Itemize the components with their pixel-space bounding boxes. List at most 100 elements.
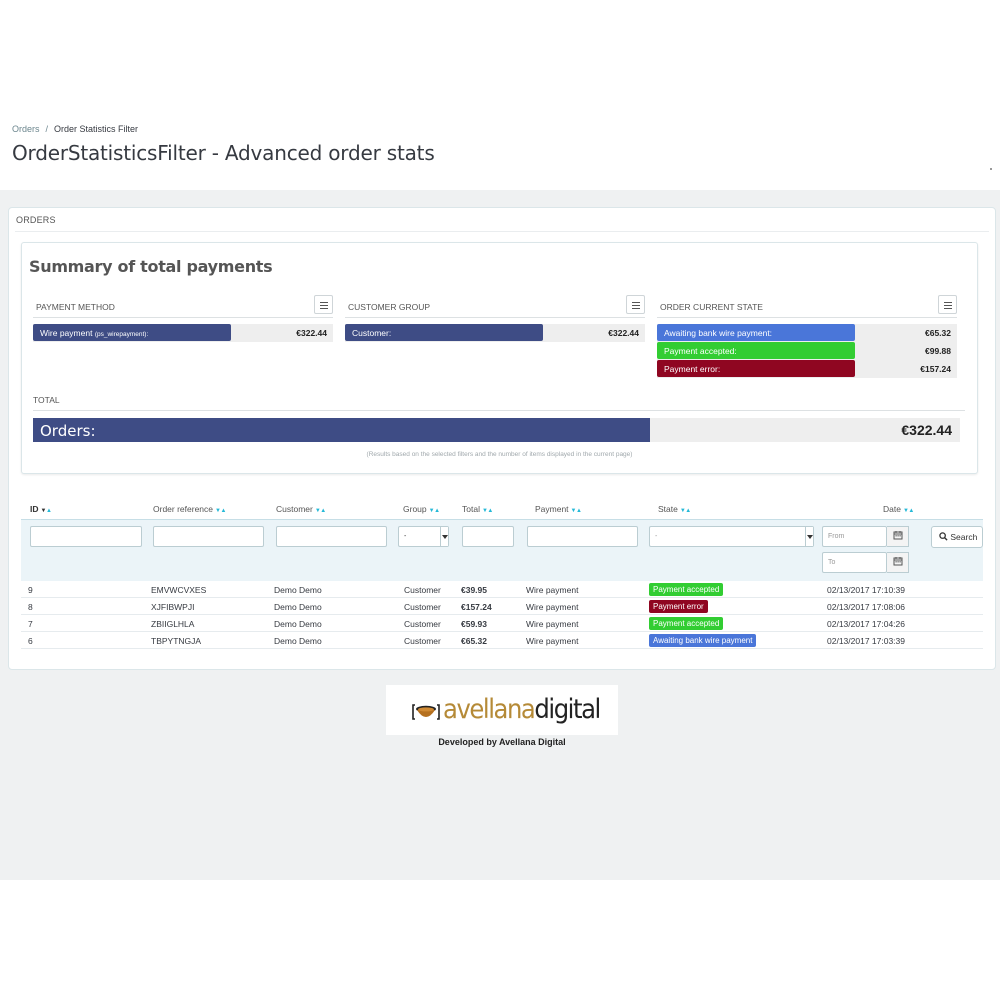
payment-method-label: Wire payment: [40, 328, 93, 338]
results-note: (Results based on the selected filters a…: [366, 451, 633, 458]
cell-total: €65.32: [461, 636, 487, 646]
header-dot: [990, 168, 992, 170]
sort-arrows-icon[interactable]: ▼▲: [215, 508, 226, 514]
cell-customer: Demo Demo: [274, 619, 322, 629]
payment-filter-input[interactable]: [527, 526, 638, 547]
group-filter-select[interactable]: -: [398, 526, 449, 547]
column-header-total[interactable]: Total ▼▲: [462, 504, 493, 514]
breadcrumb-separator: /: [45, 124, 49, 134]
cell-group: Customer: [404, 585, 441, 595]
list-icon[interactable]: [314, 295, 333, 314]
list-icon[interactable]: [626, 295, 645, 314]
column-payment-label: Payment: [535, 504, 569, 514]
total-amount: €322.44: [901, 422, 952, 438]
order-state-amount: €157.24: [920, 364, 951, 374]
sort-arrows-icon[interactable]: ▼▲: [429, 508, 440, 514]
column-header-reference[interactable]: Order reference ▼▲: [153, 504, 226, 514]
sort-arrows-icon[interactable]: ▼▲: [315, 508, 326, 514]
column-header-state[interactable]: State ▼▲: [658, 504, 691, 514]
order-state-amount: €65.32: [925, 328, 951, 338]
order-state-row: Payment error: €157.24: [657, 360, 957, 378]
date-from-input[interactable]: From: [822, 526, 887, 547]
status-badge: Payment accepted: [649, 583, 724, 596]
cell-id: 6: [28, 636, 33, 646]
list-icon[interactable]: [938, 295, 957, 314]
cell-date: 02/13/2017 17:03:39: [827, 636, 905, 646]
column-header-customer[interactable]: Customer ▼▲: [276, 504, 326, 514]
cell-group: Customer: [404, 619, 441, 629]
column-header-payment[interactable]: Payment ▼▲: [535, 504, 582, 514]
status-badge: Awaiting bank wire payment: [649, 634, 757, 647]
cell-customer: Demo Demo: [274, 636, 322, 646]
column-customer-label: Customer: [276, 504, 313, 514]
filter-row: - - From To Search: [21, 519, 983, 581]
order-state-label: Payment error:: [664, 364, 721, 374]
sort-arrows-icon[interactable]: ▼▲: [41, 508, 52, 514]
search-icon: [939, 532, 948, 541]
order-state-bar: Awaiting bank wire payment:: [657, 324, 855, 341]
column-date-label: Date: [883, 504, 901, 514]
calendar-icon[interactable]: [887, 526, 909, 547]
table-row[interactable]: 7 ZBIIGLHLA Demo Demo Customer €59.93 Wi…: [21, 615, 983, 632]
sort-arrows-icon[interactable]: ▼▲: [903, 508, 914, 514]
content-area: ORDERS Summary of total payments PAYMENT…: [0, 190, 1000, 880]
order-state-label: Payment accepted:: [664, 346, 737, 356]
breadcrumb-orders-link[interactable]: Orders: [12, 124, 40, 134]
column-group-label: Group: [403, 504, 427, 514]
total-label: Orders:: [40, 422, 96, 440]
table-row[interactable]: 8 XJFIBWPJI Demo Demo Customer €157.24 W…: [21, 598, 983, 615]
order-state-amount: €99.88: [925, 346, 951, 356]
order-state-heading: ORDER CURRENT STATE: [660, 302, 763, 312]
customer-group-row: Customer: €322.44: [345, 324, 645, 342]
date-from-placeholder: From: [828, 533, 845, 540]
sort-arrows-icon[interactable]: ▼▲: [680, 508, 691, 514]
cell-customer: Demo Demo: [274, 602, 322, 612]
customer-filter-input[interactable]: [276, 526, 387, 547]
cell-customer: Demo Demo: [274, 585, 322, 595]
column-header-date[interactable]: Date ▼▲: [883, 504, 914, 514]
table-row[interactable]: 9 EMVWCVXES Demo Demo Customer €39.95 Wi…: [21, 581, 983, 598]
date-to-input[interactable]: To: [822, 552, 887, 573]
chevron-down-icon: [440, 527, 448, 546]
total-filter-input[interactable]: [462, 526, 514, 547]
cell-id: 9: [28, 585, 33, 595]
order-state-section: ORDER CURRENT STATE Awaiting bank wire p…: [657, 294, 957, 378]
chevron-down-icon: [805, 527, 813, 546]
customer-group-section: CUSTOMER GROUP Customer: €322.44: [345, 294, 645, 342]
reference-filter-input[interactable]: [153, 526, 264, 547]
state-filter-select[interactable]: -: [649, 526, 814, 547]
column-header-id[interactable]: ID ▼▲: [30, 504, 52, 514]
sort-arrows-icon[interactable]: ▼▲: [482, 508, 493, 514]
divider: [15, 231, 989, 232]
cell-group: Customer: [404, 636, 441, 646]
screen: Orders / Order Statistics Filter OrderStat…: [0, 0, 1000, 1000]
date-to-placeholder: To: [828, 559, 836, 566]
sort-arrows-icon[interactable]: ▼▲: [571, 508, 582, 514]
order-state-bar: Payment accepted:: [657, 342, 855, 359]
customer-group-label: Customer:: [352, 328, 392, 338]
logo-word-avellana: avellana: [443, 694, 536, 725]
payment-method-amount: €322.44: [296, 328, 327, 338]
cell-total: €157.24: [461, 602, 492, 612]
payment-method-heading: PAYMENT METHOD: [36, 302, 115, 312]
column-header-group[interactable]: Group ▼▲: [403, 504, 440, 514]
hazelnut-logo-icon: [412, 704, 440, 720]
payment-method-section: PAYMENT METHOD Wire payment (ps_wirepaym…: [33, 294, 333, 342]
payment-method-sublabel: (ps_wirepayment):: [94, 331, 149, 338]
order-state-row: Payment accepted: €99.88: [657, 342, 957, 360]
divider: [33, 410, 965, 411]
search-button[interactable]: Search: [931, 526, 983, 548]
table-row[interactable]: 6 TBPYTNGJA Demo Demo Customer €65.32 Wi…: [21, 632, 983, 649]
logo-wordmark: avellanadigital: [443, 694, 601, 725]
id-filter-input[interactable]: [30, 526, 142, 547]
cell-payment: Wire payment: [526, 619, 579, 629]
column-reference-label: Order reference: [153, 504, 213, 514]
order-state-header: ORDER CURRENT STATE: [657, 294, 957, 318]
page-header: Orders / Order Statistics Filter OrderStat…: [0, 0, 1000, 190]
customer-group-heading: CUSTOMER GROUP: [348, 302, 431, 312]
calendar-icon[interactable]: [887, 552, 909, 573]
payment-method-row: Wire payment (ps_wirepayment): €322.44: [33, 324, 333, 342]
customer-group-amount: €322.44: [608, 328, 639, 338]
cell-date: 02/13/2017 17:10:39: [827, 585, 905, 595]
status-badge: Payment error: [649, 600, 708, 613]
